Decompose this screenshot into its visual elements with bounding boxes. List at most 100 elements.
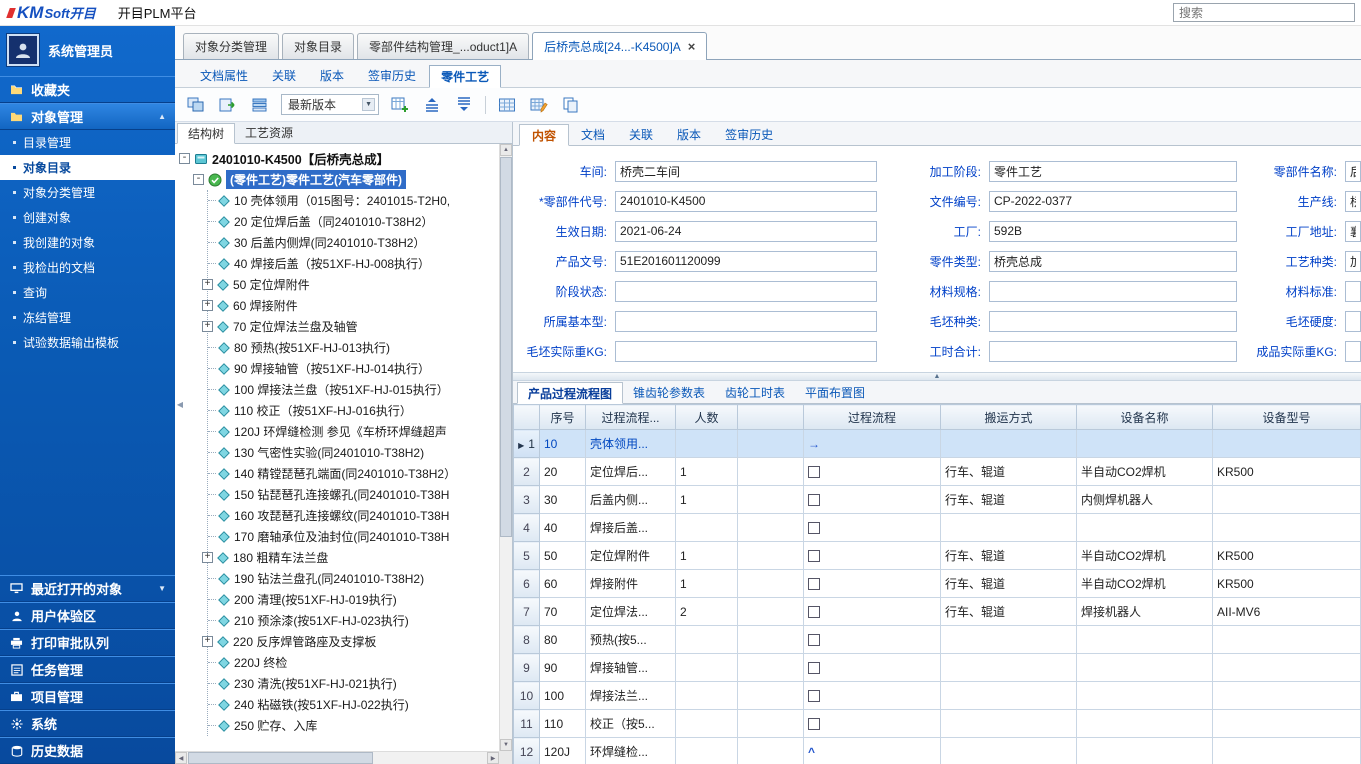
operation-node-23[interactable]: 230 清洗(按51XF-HJ-021执行): [208, 673, 499, 694]
column-header-4[interactable]: 过程流程: [804, 405, 941, 430]
flow-cell[interactable]: [804, 682, 941, 710]
blank-cell[interactable]: [738, 738, 804, 764]
operation-node-15[interactable]: 160 攻琵琶孔连接螺纹(同2401010-T38H: [208, 505, 499, 526]
operation-node-4[interactable]: +50 定位焊附件: [208, 274, 499, 295]
flow-checkbox[interactable]: [808, 466, 820, 478]
column-header-2[interactable]: 人数: [676, 405, 738, 430]
operation-node-19[interactable]: 200 清理(按51XF-HJ-019执行): [208, 589, 499, 610]
expand-expander-icon[interactable]: +: [202, 636, 213, 647]
equipment-cell[interactable]: 半自动CO2焊机: [1077, 570, 1213, 598]
transport-cell[interactable]: [941, 626, 1077, 654]
compare-icon[interactable]: [185, 95, 207, 115]
people-cell[interactable]: [676, 710, 738, 738]
blank-cell[interactable]: [738, 626, 804, 654]
operation-node-12[interactable]: 130 气密性实验(同2401010-T38H2): [208, 442, 499, 463]
horizontal-splitter[interactable]: ▲: [513, 372, 1361, 381]
sidebar-section-system[interactable]: 系统: [0, 710, 175, 737]
table-row-8[interactable]: 990焊接轴管...: [514, 654, 1361, 682]
blank-cell[interactable]: [738, 486, 804, 514]
column-header-5[interactable]: 搬运方式: [941, 405, 1077, 430]
search-input[interactable]: [1173, 3, 1355, 22]
process-cell[interactable]: 焊接轴管...: [586, 654, 676, 682]
transport-cell[interactable]: 行车、辊道: [941, 570, 1077, 598]
process-tab-0[interactable]: 产品过程流程图: [517, 382, 623, 404]
tree-process-node[interactable]: -(零件工艺)零件工艺(汽车零部件): [193, 169, 499, 190]
doc-tab-3[interactable]: 后桥壳总成[24...-K4500]A×: [532, 32, 707, 60]
seq-cell[interactable]: 40: [540, 514, 586, 542]
flow-checkbox[interactable]: [808, 690, 820, 702]
operation-node-0[interactable]: 10 壳体领用（015图号：2401015-T2H0,: [208, 190, 499, 211]
sidebar-section-user-exp[interactable]: 用户体验区: [0, 602, 175, 629]
column-header-0[interactable]: 序号: [540, 405, 586, 430]
table-row-9[interactable]: 10100焊接法兰...: [514, 682, 1361, 710]
model-cell[interactable]: [1213, 626, 1361, 654]
library-icon[interactable]: [249, 95, 271, 115]
sidebar-section-object-mgmt[interactable]: 对象管理▲: [0, 103, 175, 130]
table-row-2[interactable]: 330后盖内侧...1行车、辊道内侧焊机器人: [514, 486, 1361, 514]
sidebar-item-2[interactable]: 对象分类管理: [0, 180, 175, 205]
people-cell[interactable]: 2: [676, 598, 738, 626]
field-input-1-0[interactable]: [615, 191, 877, 212]
seq-cell[interactable]: 70: [540, 598, 586, 626]
add-table-icon[interactable]: [389, 95, 411, 115]
process-cell[interactable]: 预热(按5...: [586, 626, 676, 654]
export-icon[interactable]: [217, 95, 239, 115]
process-cell[interactable]: 后盖内侧...: [586, 486, 676, 514]
operation-node-2[interactable]: 30 后盖内侧焊(同2401010-T38H2）: [208, 232, 499, 253]
process-cell[interactable]: 焊接后盖...: [586, 514, 676, 542]
table-row-11[interactable]: 12120J环焊缝检...^: [514, 738, 1361, 764]
operation-node-24[interactable]: 240 粘磁铁(按51XF-HJ-022执行): [208, 694, 499, 715]
flow-cell[interactable]: [804, 542, 941, 570]
field-input-4-2[interactable]: [1345, 281, 1361, 302]
detail-tab-1[interactable]: 文档: [569, 123, 617, 145]
equipment-cell[interactable]: 半自动CO2焊机: [1077, 458, 1213, 486]
horizontal-scroll-thumb[interactable]: [188, 752, 373, 764]
operation-node-20[interactable]: 210 预涂漆(按51XF-HJ-023执行): [208, 610, 499, 631]
expand-expander-icon[interactable]: +: [202, 321, 213, 332]
table-row-1[interactable]: 220定位焊后...1行车、辊道半自动CO2焊机KR500: [514, 458, 1361, 486]
sidebar-section-projects[interactable]: 项目管理: [0, 683, 175, 710]
transport-cell[interactable]: 行车、辊道: [941, 598, 1077, 626]
people-cell[interactable]: [676, 514, 738, 542]
field-input-5-1[interactable]: [989, 311, 1237, 332]
model-cell[interactable]: [1213, 682, 1361, 710]
equipment-cell[interactable]: 半自动CO2焊机: [1077, 542, 1213, 570]
operation-node-16[interactable]: 170 磨轴承位及油封位(同2401010-T38H: [208, 526, 499, 547]
equipment-cell[interactable]: [1077, 430, 1213, 458]
flow-cell[interactable]: [804, 654, 941, 682]
view-tab-3[interactable]: 签审历史: [357, 64, 427, 87]
flow-cell[interactable]: ^: [804, 738, 941, 764]
transport-cell[interactable]: [941, 738, 1077, 764]
sidebar-item-1[interactable]: 对象目录: [0, 155, 175, 180]
field-input-4-1[interactable]: [989, 281, 1237, 302]
transport-cell[interactable]: 行车、辊道: [941, 486, 1077, 514]
seq-cell[interactable]: 60: [540, 570, 586, 598]
flow-checkbox[interactable]: [808, 522, 820, 534]
chevron-down-icon[interactable]: ▼: [158, 584, 166, 593]
transport-cell[interactable]: [941, 514, 1077, 542]
operation-node-5[interactable]: +60 焊接附件: [208, 295, 499, 316]
flow-checkbox[interactable]: [808, 634, 820, 646]
sidebar-section-favorites[interactable]: 收藏夹: [0, 76, 175, 103]
model-cell[interactable]: [1213, 654, 1361, 682]
transport-cell[interactable]: [941, 710, 1077, 738]
column-header-7[interactable]: 设备型号: [1213, 405, 1361, 430]
dropdown-arrow-icon[interactable]: ▼: [362, 98, 375, 111]
sidebar-collapse-handle[interactable]: ◀: [175, 378, 185, 430]
operation-node-25[interactable]: 250 贮存、入库: [208, 715, 499, 736]
table-row-10[interactable]: 11110校正（按5...: [514, 710, 1361, 738]
operation-node-18[interactable]: 190 钻法兰盘孔(同2401010-T38H2): [208, 568, 499, 589]
equipment-cell[interactable]: 焊接机器人: [1077, 598, 1213, 626]
flow-checkbox[interactable]: [808, 662, 820, 674]
flow-cell[interactable]: [804, 598, 941, 626]
flow-cell[interactable]: [804, 458, 941, 486]
blank-cell[interactable]: [738, 458, 804, 486]
process-cell[interactable]: 焊接法兰...: [586, 682, 676, 710]
flow-cell[interactable]: [804, 486, 941, 514]
operation-node-17[interactable]: +180 粗精车法兰盘: [208, 547, 499, 568]
equipment-cell[interactable]: [1077, 626, 1213, 654]
equipment-cell[interactable]: [1077, 710, 1213, 738]
operation-node-10[interactable]: 110 校正（按51XF-HJ-016执行）: [208, 400, 499, 421]
tree-root-node[interactable]: -2401010-K4500【后桥壳总成】: [179, 148, 499, 169]
model-cell[interactable]: [1213, 486, 1361, 514]
